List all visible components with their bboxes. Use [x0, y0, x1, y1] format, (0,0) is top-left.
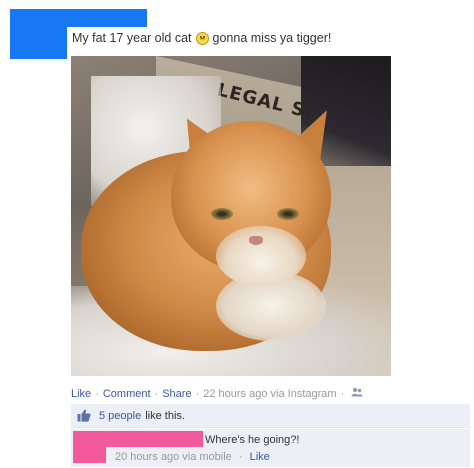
post-message: My fat 17 year old cat gonna miss ya tig… [72, 31, 331, 45]
separator: · [195, 387, 200, 400]
post-action-bar: Like · Comment · Share · 22 hours ago vi… [71, 387, 363, 400]
comment-item: Where's he going?! 20 hours ago via mobi… [71, 429, 470, 467]
separator: · [238, 451, 243, 463]
share-link[interactable]: Share [162, 388, 191, 400]
redacted-commenter-name [73, 431, 203, 447]
cat-eye-left [211, 208, 233, 220]
thumbs-up-icon [77, 409, 91, 422]
cat-nose [249, 236, 263, 245]
post-timestamp[interactable]: 22 hours ago via Instagram [203, 388, 336, 400]
likes-summary: 5 people like this. [71, 404, 470, 428]
comment-link[interactable]: Comment [103, 388, 151, 400]
likes-suffix: like this. [145, 409, 185, 422]
separator: · [340, 387, 345, 400]
separator: · [154, 387, 159, 400]
post-text-after: gonna miss ya tigger! [212, 31, 332, 45]
comment-text: Where's he going?! [205, 434, 300, 446]
separator: · [95, 387, 99, 400]
post-text-before: My fat 17 year old cat [72, 31, 192, 45]
like-link[interactable]: Like [71, 388, 91, 400]
cat-muzzle [216, 226, 306, 286]
comment-like-link[interactable]: Like [250, 451, 270, 463]
frown-emoji-icon [195, 31, 209, 45]
comment-meta: 20 hours ago via mobile · Like [115, 451, 270, 463]
cat-eye-right [277, 208, 299, 220]
likers-link[interactable]: 5 people [99, 410, 141, 422]
post-photo[interactable]: LEGAL SI [71, 56, 391, 376]
comment-timestamp[interactable]: 20 hours ago via mobile [115, 451, 232, 463]
friends-icon[interactable] [351, 387, 363, 400]
